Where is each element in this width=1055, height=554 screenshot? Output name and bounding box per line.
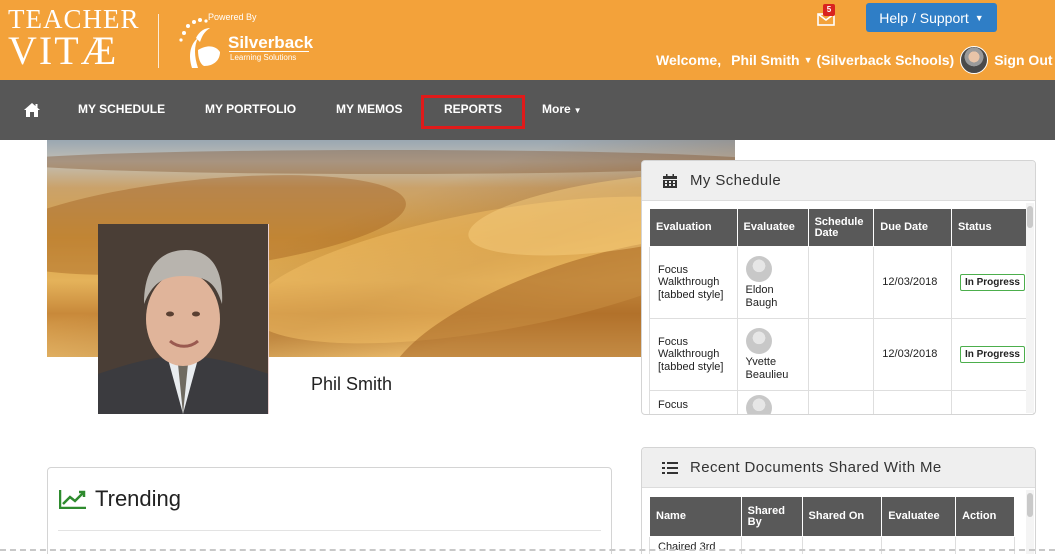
person-avatar-icon xyxy=(745,395,772,414)
page-bottom-dashed-edge xyxy=(0,549,1055,551)
documents-scroll-thumb[interactable] xyxy=(1027,493,1033,517)
status-cell: In Progress xyxy=(950,318,1035,391)
organization-label: (Silverback Schools) xyxy=(816,52,955,68)
nav-my-portfolio[interactable]: MY PORTFOLIO xyxy=(205,102,296,116)
documents-header-row: Name Shared By Shared On Evaluatee Actio… xyxy=(649,496,1015,537)
list-icon xyxy=(662,461,678,475)
sign-out-link[interactable]: Sign Out xyxy=(994,52,1052,68)
app-header: TEACHER VITÆ Powered By Silverback Learn… xyxy=(0,0,1055,80)
column-header-name[interactable]: Name xyxy=(649,496,742,537)
action-cell[interactable] xyxy=(955,536,1015,554)
column-header-due-date[interactable]: Due Date xyxy=(873,208,952,247)
powered-by-label: Powered By xyxy=(208,12,257,22)
profile-portrait-image xyxy=(98,224,268,414)
evaluatee-cell xyxy=(736,390,809,414)
nav-my-memos[interactable]: MY MEMOS xyxy=(336,102,402,116)
schedule-header-row: Evaluation Evaluatee Schedule Date Due D… xyxy=(649,208,1035,247)
table-row[interactable]: Chaired 3rd xyxy=(649,536,1015,554)
column-header-action[interactable]: Action xyxy=(955,496,1015,537)
welcome-bar: Welcome, Phil Smith ▼ (Silverback School… xyxy=(656,46,1053,74)
evaluatee-cell: Eldon Baugh xyxy=(736,246,809,319)
due-date-cell xyxy=(873,390,952,414)
column-header-shared-by[interactable]: Shared By xyxy=(740,496,803,537)
home-icon[interactable] xyxy=(23,102,41,118)
status-cell: In Progress xyxy=(950,246,1035,319)
help-support-label: Help / Support xyxy=(879,9,969,26)
recent-documents-header: Recent Documents Shared With Me xyxy=(642,448,1035,488)
logo-line-2: VITÆ xyxy=(8,28,119,73)
recent-documents-title: Recent Documents Shared With Me xyxy=(690,459,942,476)
schedule-date-cell xyxy=(807,390,875,414)
silverback-underline xyxy=(229,51,309,52)
documents-scrollbar[interactable] xyxy=(1026,490,1034,554)
line-chart-icon xyxy=(59,489,87,509)
schedule-scroll-thumb[interactable] xyxy=(1027,206,1033,228)
schedule-date-cell xyxy=(807,318,875,391)
welcome-label: Welcome, xyxy=(656,52,722,68)
profile-name: Phil Smith xyxy=(311,374,393,394)
calendar-icon xyxy=(662,173,678,189)
chevron-down-icon: ▼ xyxy=(573,106,582,115)
table-row[interactable]: Focus Walkthrough [tabbed style] Eldon B… xyxy=(649,246,1035,319)
user-menu-button[interactable]: Phil Smith xyxy=(731,52,799,68)
documents-table: Name Shared By Shared On Evaluatee Actio… xyxy=(649,496,1015,554)
evaluatee-cell: Yvette Beaulieu xyxy=(736,318,809,391)
column-header-evaluatee[interactable]: Evaluatee xyxy=(881,496,957,537)
recent-documents-panel: Recent Documents Shared With Me Name Sha… xyxy=(641,447,1036,554)
evaluatee-name: Eldon Baugh xyxy=(745,283,778,309)
nav-my-schedule[interactable]: MY SCHEDULE xyxy=(78,102,165,116)
main-nav: MY SCHEDULE MY PORTFOLIO MY MEMOS REPORT… xyxy=(0,80,1055,140)
evaluation-cell[interactable]: Focus Walkthrough [tabbed style] xyxy=(649,318,738,391)
evaluatee-name: Yvette Beaulieu xyxy=(745,355,789,381)
column-header-shared-on[interactable]: Shared On xyxy=(801,496,883,537)
trending-header: Trending xyxy=(59,486,181,512)
evaluation-cell[interactable]: Focus Walkthrough [tabbed style] xyxy=(649,246,738,319)
mail-count-badge[interactable]: 5 xyxy=(823,4,835,16)
shared-by-cell xyxy=(740,536,803,554)
silverback-tree-icon xyxy=(179,18,220,68)
person-avatar-icon xyxy=(745,255,772,282)
logo-divider xyxy=(158,14,159,68)
table-row[interactable]: Focus Walkthrough [tabbed style] Yvette … xyxy=(649,318,1035,391)
due-date-cell: 12/03/2018 xyxy=(873,318,952,391)
table-row[interactable]: Focus xyxy=(649,390,1035,414)
schedule-scrollbar[interactable] xyxy=(1026,203,1034,413)
trending-panel: Trending xyxy=(47,467,612,554)
teacher-vitae-logo[interactable]: TEACHER VITÆ xyxy=(8,6,140,71)
column-header-status[interactable]: Status xyxy=(950,208,1035,247)
profile-photo[interactable] xyxy=(98,224,269,414)
my-schedule-title: My Schedule xyxy=(690,172,782,189)
status-cell xyxy=(950,390,1035,414)
trending-divider xyxy=(58,530,601,531)
user-avatar[interactable] xyxy=(960,46,989,74)
nav-more-label: More xyxy=(542,102,571,116)
chevron-down-icon: ▼ xyxy=(974,12,984,23)
my-schedule-header: My Schedule xyxy=(642,161,1035,201)
silverback-subtitle: Learning Solutions xyxy=(230,53,297,62)
person-avatar-icon xyxy=(745,327,772,354)
due-date-cell: 12/03/2018 xyxy=(873,246,952,319)
nav-more[interactable]: More ▼ xyxy=(542,102,582,116)
status-badge: In Progress xyxy=(959,273,1025,292)
help-support-button[interactable]: Help / Support ▼ xyxy=(866,3,997,32)
shared-on-cell xyxy=(801,536,883,554)
trending-title: Trending xyxy=(95,486,182,511)
my-schedule-panel: My Schedule Evaluation Evaluatee Schedul… xyxy=(641,160,1036,415)
column-header-evaluatee[interactable]: Evaluatee xyxy=(736,208,809,247)
schedule-table: Evaluation Evaluatee Schedule Date Due D… xyxy=(649,208,1035,414)
document-name-cell[interactable]: Chaired 3rd xyxy=(649,536,742,554)
column-header-schedule-date[interactable]: Schedule Date xyxy=(807,208,875,247)
nav-reports[interactable]: REPORTS xyxy=(444,102,502,116)
silverback-name: Silverback xyxy=(228,33,314,52)
chevron-down-icon[interactable]: ▼ xyxy=(804,55,813,65)
column-header-evaluation[interactable]: Evaluation xyxy=(649,208,738,247)
schedule-date-cell xyxy=(807,246,875,319)
status-badge: In Progress xyxy=(959,345,1025,364)
evaluatee-cell xyxy=(881,536,957,554)
evaluation-cell[interactable]: Focus xyxy=(649,390,738,414)
